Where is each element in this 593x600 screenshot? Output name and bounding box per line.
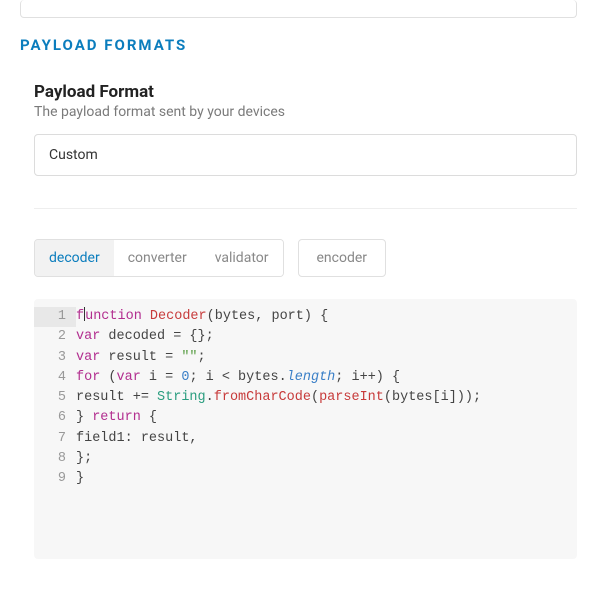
code-token: port	[271, 309, 303, 324]
tab-encoder-label: encoder	[317, 250, 368, 266]
code-token: {	[149, 410, 157, 425]
payload-format-title: Payload Format	[34, 82, 577, 102]
code-token: i	[206, 370, 222, 385]
code-token: result	[141, 431, 190, 446]
code-content: var result = "";	[76, 348, 577, 368]
gutter-line-number: 1	[34, 307, 76, 327]
code-token: return	[92, 410, 149, 425]
code-line: 4for (var i = 0; i < bytes.length; i++) …	[34, 368, 577, 388]
code-token: ,	[255, 309, 271, 324]
tab-encoder[interactable]: encoder	[298, 239, 387, 277]
content-area: Payload Format The payload format sent b…	[20, 82, 577, 559]
code-token: result	[76, 390, 133, 405]
text-cursor	[84, 307, 85, 321]
code-token: }	[76, 410, 92, 425]
code-token: i	[351, 370, 359, 385]
code-token: ) {	[304, 309, 328, 324]
code-token: .	[206, 390, 214, 405]
code-content: }	[76, 469, 577, 489]
code-line: 6} return {	[34, 408, 577, 428]
code-token: var	[117, 370, 149, 385]
code-editor[interactable]: 1function Decoder(bytes, port) {2var dec…	[34, 299, 577, 559]
code-token: (	[207, 309, 215, 324]
code-content: };	[76, 449, 577, 469]
tab-converter[interactable]: converter	[114, 240, 201, 276]
code-token: for	[76, 370, 108, 385]
code-token: var	[76, 329, 108, 344]
code-token: +=	[133, 390, 157, 405]
gutter-line-number: 4	[34, 368, 76, 388]
tab-decoder[interactable]: decoder	[35, 240, 114, 276]
divider	[34, 208, 577, 209]
gutter-line-number: 7	[34, 429, 76, 449]
code-token: =	[173, 329, 189, 344]
code-line: 1function Decoder(bytes, port) {	[34, 307, 577, 327]
code-token: var	[76, 350, 108, 365]
gutter-line-number: 2	[34, 327, 76, 347]
code-content: var decoded = {};	[76, 327, 577, 347]
page-section-header: PAYLOAD FORMATS	[20, 36, 577, 54]
code-token: (	[384, 390, 392, 405]
payload-format-description: The payload format sent by your devices	[34, 104, 577, 120]
code-token: ;	[198, 350, 206, 365]
code-token: }	[76, 471, 84, 486]
code-token: decoded	[108, 329, 173, 344]
code-token: Decoder	[150, 309, 207, 324]
payload-format-select-value: Custom	[49, 147, 98, 163]
code-line: 5result += String.fromCharCode(parseInt(…	[34, 388, 577, 408]
code-token: String	[157, 390, 206, 405]
code-token: bytes	[238, 370, 279, 385]
code-token: f	[76, 309, 84, 324]
code-token: bytes	[392, 390, 433, 405]
code-token: =	[165, 350, 181, 365]
code-token: (	[108, 370, 116, 385]
code-content: for (var i = 0; i < bytes.length; i++) {	[76, 368, 577, 388]
code-line: 7field1: result,	[34, 429, 577, 449]
code-content: } return {	[76, 408, 577, 428]
code-token: [	[433, 390, 441, 405]
code-token: };	[76, 451, 92, 466]
gutter-line-number: 3	[34, 348, 76, 368]
tab-converter-label: converter	[128, 250, 187, 266]
payload-format-select[interactable]: Custom	[34, 134, 577, 176]
code-token: ""	[181, 350, 197, 365]
code-token: ,	[189, 431, 197, 446]
code-token: length	[287, 370, 336, 385]
code-token: =	[165, 370, 181, 385]
code-token: fromCharCode	[214, 390, 311, 405]
code-content: result += String.fromCharCode(parseInt(b…	[76, 388, 577, 408]
top-empty-box	[20, 0, 577, 18]
code-token: :	[125, 431, 141, 446]
code-token: i	[149, 370, 165, 385]
code-line: 2var decoded = {};	[34, 327, 577, 347]
code-line: 3var result = "";	[34, 348, 577, 368]
tab-validator-label: validator	[215, 250, 269, 266]
code-content: field1: result,	[76, 429, 577, 449]
code-token: i	[441, 390, 449, 405]
code-token: ++) {	[360, 370, 401, 385]
tab-decoder-label: decoder	[49, 250, 100, 266]
code-token: ;	[335, 370, 351, 385]
gutter-line-number: 6	[34, 408, 76, 428]
tab-group-main: decoder converter validator	[34, 239, 284, 277]
gutter-line-number: 5	[34, 388, 76, 408]
tab-validator[interactable]: validator	[201, 240, 283, 276]
code-content: function Decoder(bytes, port) {	[76, 307, 577, 327]
code-line: 8};	[34, 449, 577, 469]
code-token: field1	[76, 431, 125, 446]
code-token: bytes	[215, 309, 256, 324]
code-token: .	[279, 370, 287, 385]
code-token: result	[108, 350, 165, 365]
code-token: parseInt	[319, 390, 384, 405]
code-token: unction	[85, 309, 150, 324]
code-token: {};	[189, 329, 213, 344]
code-token: <	[222, 370, 238, 385]
gutter-line-number: 8	[34, 449, 76, 469]
code-token: (	[311, 390, 319, 405]
code-token: ;	[189, 370, 205, 385]
code-token: ]));	[449, 390, 481, 405]
tabs-row: decoder converter validator encoder	[34, 239, 577, 277]
code-line: 9}	[34, 469, 577, 489]
gutter-line-number: 9	[34, 469, 76, 489]
